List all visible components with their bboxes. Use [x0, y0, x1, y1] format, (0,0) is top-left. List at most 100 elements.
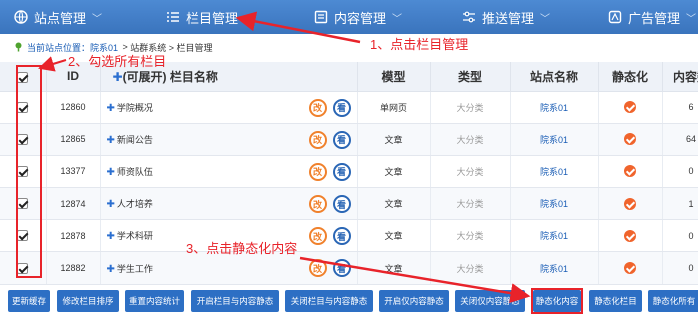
row-site[interactable]: 院系01 — [510, 251, 599, 285]
table-row: 12865 ✚ 新闻公告 改看文章 大分类 院系01 64 — [0, 123, 698, 156]
action-bar: 更新缓存 修改栏目排序 重置内容统计 开启栏目与内容静态 关闭栏目与内容静态 开… — [0, 290, 698, 314]
enable-content-only-static-button[interactable]: 开启仅内容静态 — [379, 290, 449, 312]
edit-icon[interactable]: 改 — [308, 98, 327, 117]
row-model: 文章 — [357, 251, 431, 285]
column-table: ID ✚(可展开) 栏目名称 模型 类型 站点名称 静态化 内容数 12860✚… — [0, 62, 698, 285]
row-count: 6 — [662, 91, 698, 124]
expand-icon[interactable]: ✚ — [107, 199, 115, 210]
row-tools: 改看 — [308, 227, 351, 246]
nav-label: 广告管理 — [628, 10, 681, 26]
row-name[interactable]: 新闻公告 — [117, 135, 153, 145]
view-icon[interactable]: 看 — [332, 259, 351, 278]
row-static-cell — [598, 155, 663, 189]
checkbox-highlight-box — [16, 65, 42, 278]
header-name-label: (可展开) 栏目名称 — [122, 69, 218, 84]
document-icon — [314, 10, 328, 24]
list-icon — [166, 10, 180, 24]
expand-icon[interactable]: ✚ — [107, 103, 115, 114]
row-tools: 改看 — [308, 195, 351, 214]
expand-icon[interactable]: ✚ — [107, 231, 115, 242]
row-id: 12878 — [46, 219, 101, 253]
top-nav: 站点管理 ﹀ 栏目管理 内容管理 ﹀ 推送管理 ﹀ 广告管理 ﹀ — [0, 0, 698, 34]
check-circle-icon[interactable] — [624, 229, 636, 242]
static-all-button[interactable]: 静态化所有 — [648, 290, 698, 312]
expand-icon[interactable]: ✚ — [107, 264, 115, 275]
row-name-cell: ✚ 师资队伍 改看 — [100, 155, 358, 189]
chevron-down-icon: ﹀ — [540, 13, 551, 25]
row-static-cell — [598, 123, 663, 156]
row-name[interactable]: 人才培养 — [117, 199, 153, 209]
row-id: 12874 — [46, 187, 101, 221]
disable-column-content-static-button[interactable]: 关闭栏目与内容静态 — [285, 290, 373, 312]
view-icon[interactable]: 看 — [332, 98, 351, 117]
row-static-cell — [598, 219, 663, 253]
sliders-icon — [462, 10, 476, 24]
row-site[interactable]: 院系01 — [510, 219, 599, 253]
header-static: 静态化 — [598, 62, 663, 92]
row-tools: 改看 — [308, 98, 351, 117]
row-type: 大分类 — [430, 251, 511, 285]
edit-icon[interactable]: 改 — [308, 259, 327, 278]
row-site[interactable]: 院系01 — [510, 91, 599, 124]
chevron-down-icon: ﹀ — [392, 13, 403, 25]
table-row: 12860 ✚ 学院概况 改看单网页 大分类 院系01 6 — [0, 91, 698, 124]
row-count: 0 — [662, 251, 698, 285]
row-name[interactable]: 学术科研 — [117, 231, 153, 241]
check-circle-icon[interactable] — [624, 165, 636, 178]
row-type: 大分类 — [430, 123, 511, 156]
check-circle-icon[interactable] — [624, 133, 636, 146]
disable-content-only-static-button[interactable]: 关闭仅内容静态 — [455, 290, 525, 312]
reset-content-stats-button[interactable]: 重置内容统计 — [125, 290, 184, 312]
row-id: 13377 — [46, 155, 101, 189]
row-name[interactable]: 学生工作 — [117, 264, 153, 274]
nav-label: 内容管理 — [334, 10, 387, 26]
row-id: 12860 — [46, 91, 101, 124]
nav-content-management[interactable]: 内容管理 ﹀ — [314, 0, 402, 34]
ad-icon — [608, 10, 622, 24]
edit-icon[interactable]: 改 — [308, 195, 327, 214]
check-circle-icon[interactable] — [624, 262, 636, 275]
check-circle-icon[interactable] — [624, 197, 636, 210]
table-row: 12874 ✚ 人才培养 改看文章 大分类 院系01 1 — [0, 187, 698, 221]
expand-all-icon[interactable]: ✚ — [113, 70, 123, 84]
expand-icon[interactable]: ✚ — [107, 135, 115, 146]
edit-icon[interactable]: 改 — [308, 227, 327, 246]
nav-site-management[interactable]: 站点管理 ﹀ — [14, 0, 102, 34]
enable-column-content-static-button[interactable]: 开启栏目与内容静态 — [191, 290, 279, 312]
row-static-cell — [598, 251, 663, 285]
table-row: 12878 ✚ 学术科研 改看文章 大分类 院系01 0 — [0, 219, 698, 253]
row-static-cell — [598, 91, 663, 124]
view-icon[interactable]: 看 — [332, 195, 351, 214]
row-model: 文章 — [357, 219, 431, 253]
row-name[interactable]: 学院概况 — [117, 103, 153, 113]
modify-column-order-button[interactable]: 修改栏目排序 — [57, 290, 119, 312]
view-icon[interactable]: 看 — [332, 227, 351, 246]
row-count: 0 — [662, 219, 698, 253]
row-model: 文章 — [357, 123, 431, 156]
nav-push-management[interactable]: 推送管理 ﹀ — [462, 0, 550, 34]
row-count: 1 — [662, 187, 698, 221]
row-name-cell: ✚ 新闻公告 改看 — [100, 123, 358, 156]
row-name[interactable]: 师资队伍 — [117, 167, 153, 177]
check-circle-icon[interactable] — [624, 101, 636, 114]
row-site[interactable]: 院系01 — [510, 123, 599, 156]
row-id: 12865 — [46, 123, 101, 156]
table-row: 12882 ✚ 学生工作 改看文章 大分类 院系01 0 — [0, 251, 698, 285]
row-site[interactable]: 院系01 — [510, 155, 599, 189]
edit-icon[interactable]: 改 — [308, 162, 327, 181]
row-count: 64 — [662, 123, 698, 156]
row-type: 大分类 — [430, 155, 511, 189]
row-tools: 改看 — [308, 130, 351, 149]
nav-column-management[interactable]: 栏目管理 — [166, 0, 238, 34]
view-icon[interactable]: 看 — [332, 162, 351, 181]
nav-ad-management[interactable]: 广告管理 ﹀ — [608, 0, 696, 34]
view-icon[interactable]: 看 — [332, 130, 351, 149]
globe-icon — [14, 10, 28, 24]
annotation-step2: 2、勾选所有栏目 — [68, 54, 167, 69]
row-site[interactable]: 院系01 — [510, 187, 599, 221]
row-id: 12882 — [46, 251, 101, 285]
edit-icon[interactable]: 改 — [308, 130, 327, 149]
update-cache-button[interactable]: 更新缓存 — [8, 290, 50, 312]
static-column-button[interactable]: 静态化栏目 — [589, 290, 642, 312]
expand-icon[interactable]: ✚ — [107, 167, 115, 178]
